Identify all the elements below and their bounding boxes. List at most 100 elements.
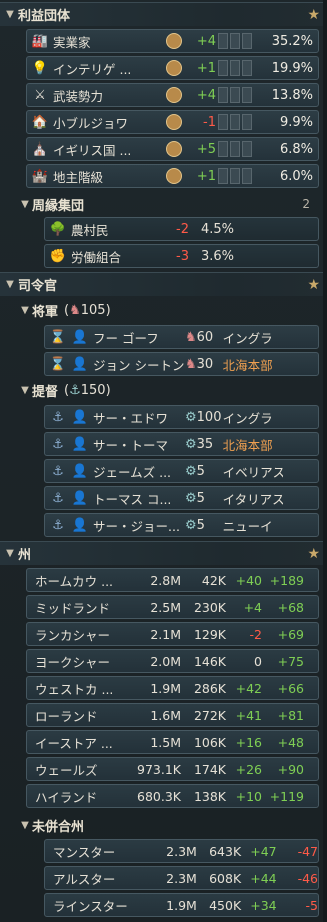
pin-star-icon[interactable]: ★ xyxy=(307,7,320,23)
state-population: 2.0M xyxy=(150,653,181,669)
mg-name: 農村民 xyxy=(71,222,109,238)
ig-change: +1 xyxy=(196,60,216,76)
approval-slot-icon xyxy=(230,114,240,130)
commander-row[interactable]: ⌛ 👤 ジョン シートン ♞ 30 北海本部 xyxy=(44,352,319,376)
state-row[interactable]: ホームカウ ... 2.8M 42K +40 +189 xyxy=(26,568,319,592)
state-population: 2.3M xyxy=(166,870,197,886)
interest-group-row[interactable]: 🏰 地主階級 +1 6.0% xyxy=(26,164,319,188)
state-row[interactable]: マンスター 2.3M 643K +47 -47 xyxy=(44,839,319,863)
state-row[interactable]: イーストア ... 1.5M 106K +16 +48 xyxy=(26,730,319,754)
troops-total: (♞105) xyxy=(64,302,111,318)
state-workforce: 42K xyxy=(201,572,226,588)
commander-portrait-icon: 👤 xyxy=(71,436,89,452)
section-title: 州 xyxy=(18,548,32,563)
approval-slot-icon xyxy=(218,60,228,76)
commander-row[interactable]: ⚓ 👤 サー・トーマ ⚙ 35 北海本部 xyxy=(44,432,319,456)
commander-location: イングラ xyxy=(222,330,273,346)
subsection-title: 提督 xyxy=(32,384,59,400)
ig-name: 小ブルジョワ xyxy=(53,115,129,131)
leader-portrait-icon[interactable] xyxy=(166,141,182,157)
state-row[interactable]: ランカシャー 2.1M 129K -2 +69 xyxy=(26,622,319,646)
approval-slot-icon xyxy=(230,33,240,49)
approval-slot-icon xyxy=(242,60,252,76)
state-row[interactable]: ミッドランド 2.5M 230K +4 +68 xyxy=(26,595,319,619)
commander-row[interactable]: ⚓ 👤 サー・ジョー... ⚙ 5 ニューイ xyxy=(44,513,319,537)
ig-name: 武装勢力 xyxy=(53,88,104,104)
state-balance: -5 xyxy=(305,897,318,913)
approval-slot-icon xyxy=(218,114,228,130)
state-name: ウェストカ ... xyxy=(35,681,114,697)
commander-name: サー・エドワ xyxy=(93,410,169,426)
ig-clout: 9.9% xyxy=(279,114,313,130)
state-workforce: 608K xyxy=(209,870,242,886)
state-name: ランカシャー xyxy=(35,627,111,643)
state-name: ホームカウ ... xyxy=(35,573,114,589)
commander-strength: 35 xyxy=(196,436,214,452)
commander-row[interactable]: ⚓ 👤 ジェームズ ... ⚙ 5 イベリアス xyxy=(44,459,319,483)
interest-group-row[interactable]: ⛪ イギリス国 ... +5 6.8% xyxy=(26,137,319,161)
ig-clout: 35.2% xyxy=(271,33,313,49)
industrialist-icon: 🏭 xyxy=(31,33,49,49)
leader-portrait-icon[interactable] xyxy=(166,87,182,103)
approval-slot-icon xyxy=(242,141,252,157)
commander-row[interactable]: ⚓ 👤 サー・エドワ ⚙ 100 イングラ xyxy=(44,405,319,429)
commander-location: 北海本部 xyxy=(222,437,273,453)
state-balance: +69 xyxy=(277,626,304,642)
commander-row[interactable]: ⚓ 👤 トーマス コ... ⚙ 5 イタリアス xyxy=(44,486,319,510)
state-name: アルスター xyxy=(53,871,116,887)
interest-group-row[interactable]: 🏭 実業家 +4 35.2% xyxy=(26,29,319,53)
commander-location: イングラ xyxy=(222,410,273,426)
leader-portrait-icon[interactable] xyxy=(166,33,182,49)
chevron-down-icon: ▼ xyxy=(21,384,29,396)
state-row[interactable]: ウェストカ ... 1.9M 286K +42 +66 xyxy=(26,676,319,700)
interest-group-row[interactable]: 💡 インテリゲ ... +1 19.9% xyxy=(26,56,319,80)
soldier-icon: ♞ xyxy=(185,329,197,345)
commander-row[interactable]: ⌛ 👤 フー ゴーフ ♞ 60 イングラ xyxy=(44,325,319,349)
state-row[interactable]: ヨークシャー 2.0M 146K 0 +75 xyxy=(26,649,319,673)
state-name: ローランド xyxy=(35,708,98,724)
pin-star-icon[interactable]: ★ xyxy=(307,546,320,562)
state-name: イーストア ... xyxy=(35,735,113,751)
state-row[interactable]: ローランド 1.6M 272K +41 +81 xyxy=(26,703,319,727)
marginal-group-row[interactable]: 🌳 農村民 -2 4.5% xyxy=(44,217,319,241)
pin-star-icon[interactable]: ★ xyxy=(307,277,320,293)
commanders-header[interactable]: ▼ 司令官 ★ xyxy=(0,272,327,296)
unincorporated-header[interactable]: ▼ 未併合州 xyxy=(18,814,318,836)
interest-group-row[interactable]: 🏠 小ブルジョワ -1 9.9% xyxy=(26,110,319,134)
commander-strength: 100 xyxy=(196,409,222,425)
admirals-header[interactable]: ▼ 提督 (⚓150) xyxy=(18,379,318,401)
state-balance: +68 xyxy=(277,599,304,615)
ig-clout: 19.9% xyxy=(271,60,313,76)
commander-location: イベリアス xyxy=(222,464,283,480)
state-population: 973.1K xyxy=(137,761,181,777)
state-population: 680.3K xyxy=(137,788,181,804)
state-row[interactable]: ラインスター 1.9M 450K +34 -5 xyxy=(44,893,319,917)
leader-portrait-icon[interactable] xyxy=(166,60,182,76)
state-row[interactable]: アルスター 2.3M 608K +44 -46 xyxy=(44,866,319,890)
state-growth: +4 xyxy=(243,599,262,615)
interest-groups-header[interactable]: ▼ 利益団体 ★ xyxy=(0,2,327,26)
leader-portrait-icon[interactable] xyxy=(166,168,182,184)
army-icon: ♞ xyxy=(69,302,81,318)
ig-clout: 13.8% xyxy=(271,87,313,103)
chevron-down-icon: ▼ xyxy=(21,198,29,210)
state-row[interactable]: ウェールズ 973.1K 174K +26 +90 xyxy=(26,757,319,781)
commander-strength: 60 xyxy=(196,329,214,345)
generals-header[interactable]: ▼ 将軍 (♞105) xyxy=(18,299,318,321)
leader-portrait-icon[interactable] xyxy=(166,114,182,130)
state-growth: +40 xyxy=(235,572,262,588)
state-name: ハイランド xyxy=(35,789,98,805)
state-row[interactable]: ハイランド 680.3K 138K +10 +119 xyxy=(26,784,319,808)
approval-slot-icon xyxy=(230,60,240,76)
state-balance: +90 xyxy=(277,761,304,777)
state-name: マンスター xyxy=(53,844,116,860)
scrollbar[interactable] xyxy=(323,0,327,922)
state-growth: +42 xyxy=(235,680,262,696)
mg-clout: 4.5% xyxy=(201,221,235,237)
marginal-groups-header[interactable]: ▼ 周縁集団 2 xyxy=(18,193,318,215)
state-name: ヨークシャー xyxy=(35,654,111,670)
marginal-group-row[interactable]: ✊ 労働組合 -3 3.6% xyxy=(44,244,319,268)
states-header[interactable]: ▼ 州 ★ xyxy=(0,541,327,565)
ig-change: +4 xyxy=(196,87,216,103)
interest-group-row[interactable]: ⚔ 武装勢力 +4 13.8% xyxy=(26,83,319,107)
